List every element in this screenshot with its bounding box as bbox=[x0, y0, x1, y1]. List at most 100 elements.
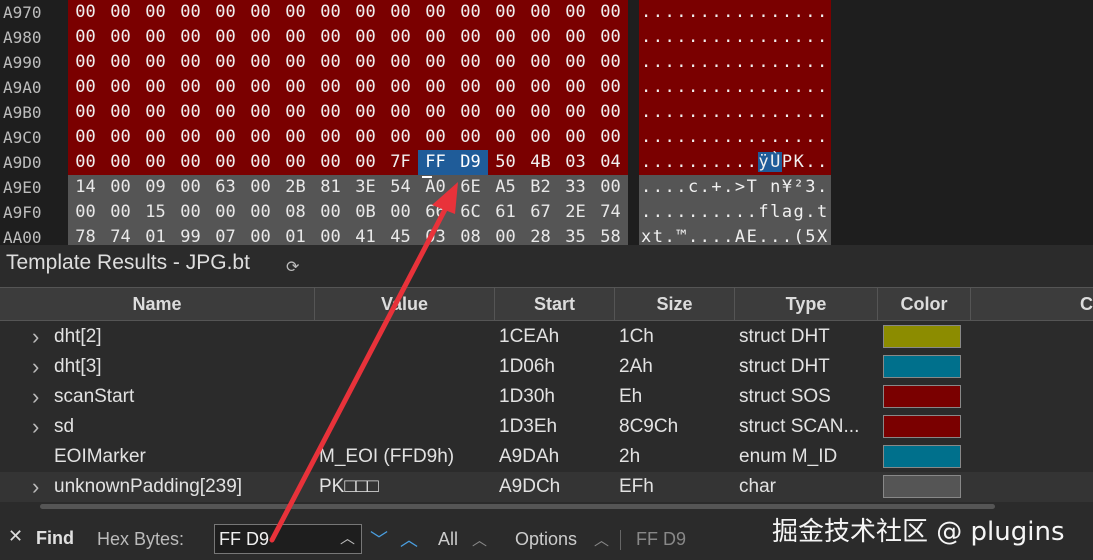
hex-byte[interactable]: 00 bbox=[313, 50, 348, 75]
hex-byte[interactable]: 45 bbox=[383, 225, 418, 245]
hex-byte[interactable]: 00 bbox=[208, 125, 243, 150]
hex-byte[interactable]: 00 bbox=[593, 50, 628, 75]
hex-byte[interactable]: 00 bbox=[453, 75, 488, 100]
horizontal-scrollbar[interactable] bbox=[40, 504, 995, 509]
hex-byte[interactable]: 41 bbox=[348, 225, 383, 245]
hex-byte[interactable]: 74 bbox=[103, 225, 138, 245]
hex-byte[interactable]: 00 bbox=[173, 50, 208, 75]
hex-byte[interactable]: 00 bbox=[348, 150, 383, 175]
hex-byte[interactable]: 00 bbox=[488, 25, 523, 50]
hex-byte[interactable]: 00 bbox=[383, 75, 418, 100]
hex-byte[interactable]: 00 bbox=[383, 100, 418, 125]
chevron-up-icon[interactable]: ︿ bbox=[472, 529, 487, 550]
column-header-value[interactable]: Value bbox=[315, 288, 495, 320]
hex-byte[interactable]: 00 bbox=[103, 50, 138, 75]
hex-byte[interactable]: 00 bbox=[208, 50, 243, 75]
hex-byte[interactable]: 00 bbox=[68, 125, 103, 150]
hex-byte[interactable]: A0 bbox=[418, 175, 453, 200]
hex-byte[interactable]: 00 bbox=[208, 100, 243, 125]
find-type-dropdown[interactable]: Hex Bytes: bbox=[97, 529, 184, 550]
hex-byte[interactable]: 00 bbox=[173, 0, 208, 25]
hex-byte[interactable]: B2 bbox=[523, 175, 558, 200]
hex-byte[interactable]: 00 bbox=[488, 0, 523, 25]
hex-byte[interactable]: 00 bbox=[173, 25, 208, 50]
column-header-type[interactable]: Type bbox=[735, 288, 878, 320]
hex-byte[interactable]: 00 bbox=[488, 50, 523, 75]
hex-byte[interactable]: 00 bbox=[383, 200, 418, 225]
hex-byte[interactable]: 00 bbox=[208, 200, 243, 225]
hex-byte[interactable]: 00 bbox=[313, 225, 348, 245]
hex-byte[interactable]: 00 bbox=[68, 50, 103, 75]
hex-byte[interactable]: 00 bbox=[383, 25, 418, 50]
hex-byte[interactable]: 00 bbox=[523, 100, 558, 125]
hex-byte[interactable]: 99 bbox=[173, 225, 208, 245]
chevron-right-icon[interactable]: › bbox=[32, 472, 39, 502]
hex-byte[interactable]: 00 bbox=[558, 100, 593, 125]
hex-byte[interactable]: 00 bbox=[558, 125, 593, 150]
hex-byte[interactable]: 00 bbox=[593, 25, 628, 50]
column-header-comment[interactable]: C bbox=[971, 288, 1093, 320]
hex-byte[interactable]: 33 bbox=[558, 175, 593, 200]
hex-byte[interactable]: 00 bbox=[523, 25, 558, 50]
hex-byte[interactable]: 7F bbox=[383, 150, 418, 175]
chevron-right-icon[interactable]: › bbox=[32, 382, 39, 412]
ascii-cell[interactable]: ................ bbox=[639, 100, 831, 125]
hex-byte[interactable]: 00 bbox=[558, 0, 593, 25]
color-swatch[interactable] bbox=[883, 475, 961, 498]
color-swatch[interactable] bbox=[883, 445, 961, 468]
hex-byte[interactable]: 00 bbox=[103, 125, 138, 150]
hex-byte[interactable]: 00 bbox=[418, 100, 453, 125]
chevron-right-icon[interactable]: › bbox=[32, 412, 39, 442]
hex-byte[interactable]: 00 bbox=[383, 125, 418, 150]
column-header-color[interactable]: Color bbox=[878, 288, 971, 320]
hex-byte[interactable]: 00 bbox=[278, 125, 313, 150]
hex-byte[interactable]: 00 bbox=[348, 75, 383, 100]
hex-byte[interactable]: 00 bbox=[523, 125, 558, 150]
hex-byte[interactable]: 00 bbox=[138, 25, 173, 50]
table-row[interactable]: EOIMarker M_EOI (FFD9h) A9DAh 2h enum M_ID bbox=[0, 442, 1093, 472]
hex-byte[interactable]: 00 bbox=[173, 175, 208, 200]
hex-byte[interactable]: 00 bbox=[558, 75, 593, 100]
hex-byte[interactable]: 03 bbox=[558, 150, 593, 175]
hex-byte[interactable]: 00 bbox=[453, 125, 488, 150]
hex-byte[interactable]: 01 bbox=[138, 225, 173, 245]
hex-byte[interactable]: 15 bbox=[138, 200, 173, 225]
hex-byte[interactable]: 00 bbox=[558, 25, 593, 50]
hex-byte[interactable]: D9 bbox=[453, 150, 488, 175]
hex-byte[interactable]: 00 bbox=[138, 75, 173, 100]
hex-byte[interactable]: 00 bbox=[208, 75, 243, 100]
ascii-cell[interactable]: ..........ÿÙPK.. bbox=[639, 150, 831, 175]
hex-byte[interactable]: 00 bbox=[523, 50, 558, 75]
table-row[interactable]: › sd 1D3Eh 8C9Ch struct SCAN... bbox=[0, 412, 1093, 442]
color-swatch[interactable] bbox=[883, 385, 961, 408]
hex-byte[interactable]: 00 bbox=[418, 75, 453, 100]
hex-byte[interactable]: 00 bbox=[68, 25, 103, 50]
refresh-icon[interactable]: ⟳ bbox=[286, 257, 299, 276]
hex-byte[interactable]: 2E bbox=[558, 200, 593, 225]
hex-byte[interactable]: 00 bbox=[523, 0, 558, 25]
hex-byte[interactable]: 00 bbox=[103, 0, 138, 25]
hex-byte[interactable]: 00 bbox=[173, 75, 208, 100]
ascii-cell[interactable]: ................ bbox=[639, 75, 831, 100]
hex-byte[interactable]: 00 bbox=[488, 100, 523, 125]
hex-byte[interactable]: 00 bbox=[243, 0, 278, 25]
hex-byte[interactable]: 00 bbox=[243, 100, 278, 125]
hex-byte[interactable]: A5 bbox=[488, 175, 523, 200]
hex-byte[interactable]: 00 bbox=[138, 100, 173, 125]
hex-byte[interactable]: 00 bbox=[278, 25, 313, 50]
close-icon[interactable]: ✕ bbox=[8, 526, 23, 547]
hex-byte[interactable]: 00 bbox=[243, 125, 278, 150]
color-swatch[interactable] bbox=[883, 325, 961, 348]
hex-byte[interactable]: 00 bbox=[68, 75, 103, 100]
hex-byte[interactable]: 00 bbox=[243, 200, 278, 225]
hex-byte[interactable]: 00 bbox=[103, 75, 138, 100]
ascii-cell[interactable]: ....c.+.>T n¥²3. bbox=[639, 175, 831, 200]
hex-byte[interactable]: 6C bbox=[453, 200, 488, 225]
hex-byte[interactable]: 00 bbox=[278, 0, 313, 25]
hex-byte[interactable]: 35 bbox=[558, 225, 593, 245]
hex-byte[interactable]: 00 bbox=[278, 100, 313, 125]
hex-byte[interactable]: 00 bbox=[453, 100, 488, 125]
hex-byte[interactable]: 00 bbox=[488, 75, 523, 100]
hex-byte[interactable]: 00 bbox=[173, 200, 208, 225]
hex-byte[interactable]: 00 bbox=[278, 75, 313, 100]
